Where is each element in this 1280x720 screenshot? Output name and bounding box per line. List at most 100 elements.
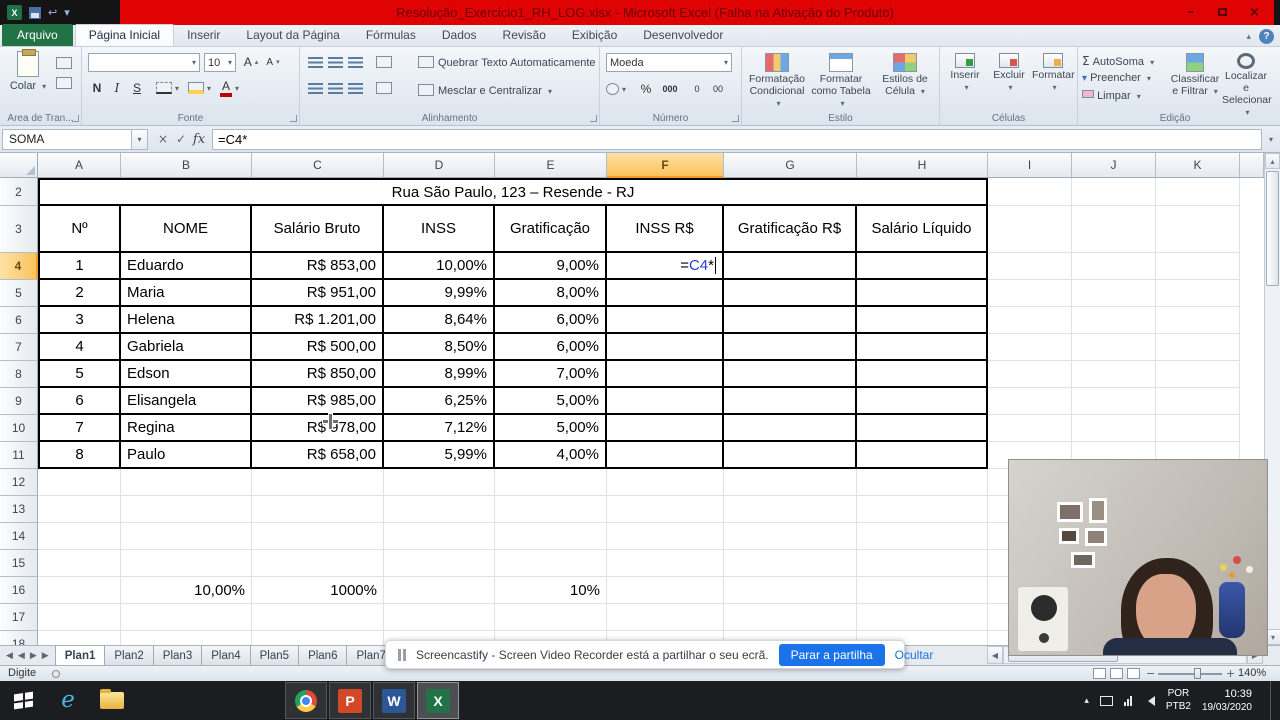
macro-record-icon[interactable]	[52, 670, 60, 678]
zoom-out-icon[interactable]: −	[1146, 667, 1155, 680]
row-header-16[interactable]: 16	[0, 577, 38, 604]
stop-sharing-button[interactable]: Parar a partilha	[778, 643, 885, 666]
column-header-E[interactable]: E	[495, 153, 607, 178]
row-header-4[interactable]: 4	[0, 253, 38, 280]
taskbar-word-button[interactable]: W	[373, 682, 415, 719]
cell-A6[interactable]: 3	[38, 307, 121, 334]
show-desktop-button[interactable]	[1270, 681, 1276, 720]
row-header-14[interactable]: 14	[0, 523, 38, 550]
cell-D8[interactable]: 8,99%	[384, 361, 495, 388]
name-box[interactable]: SOMA	[2, 128, 132, 150]
orientation-icon[interactable]	[376, 56, 392, 68]
cell-A5[interactable]: 2	[38, 280, 121, 307]
cell-E10[interactable]: 5,00%	[495, 415, 607, 442]
cell-A8[interactable]: 5	[38, 361, 121, 388]
volume-icon[interactable]	[1143, 695, 1155, 706]
monitor-tray-icon[interactable]	[1099, 695, 1113, 706]
row-header-6[interactable]: 6	[0, 307, 38, 334]
cell-G14[interactable]	[724, 523, 857, 550]
ribbon-tab-inserir[interactable]: Inserir	[174, 25, 233, 46]
cell-B15[interactable]	[121, 550, 252, 577]
cell-I6[interactable]	[988, 307, 1072, 334]
cell-B18[interactable]	[121, 631, 252, 645]
wrap-text-button[interactable]: Quebrar Texto Automaticamente	[418, 56, 596, 69]
cell-E15[interactable]	[495, 550, 607, 577]
cell-E11[interactable]: 4,00%	[495, 442, 607, 469]
select-all-corner[interactable]	[0, 153, 38, 178]
cell-C17[interactable]	[252, 604, 384, 631]
formula-input[interactable]: =C4*	[212, 128, 1262, 150]
merge-center-button[interactable]: Mesclar e Centralizar ▾	[418, 84, 552, 97]
column-header-F[interactable]: F	[607, 153, 724, 178]
cell-A10[interactable]: 7	[38, 415, 121, 442]
cell-K3[interactable]	[1156, 206, 1240, 253]
cell-A4[interactable]: 1	[38, 253, 121, 280]
cell-D15[interactable]	[384, 550, 495, 577]
row-header-7[interactable]: 7	[0, 334, 38, 361]
underline-button[interactable]: S	[128, 79, 146, 97]
cell-D13[interactable]	[384, 496, 495, 523]
cell-E14[interactable]	[495, 523, 607, 550]
cell-K10[interactable]	[1156, 415, 1240, 442]
cell-K8[interactable]	[1156, 361, 1240, 388]
cell-F17[interactable]	[607, 604, 724, 631]
cell-J9[interactable]	[1072, 388, 1156, 415]
cell-styles-button[interactable]: Estilos de Célula ▾	[874, 51, 936, 97]
start-button[interactable]	[0, 681, 46, 720]
cell-I9[interactable]	[988, 388, 1072, 415]
cell-E5[interactable]: 8,00%	[495, 280, 607, 307]
cell-F9[interactable]	[607, 388, 724, 415]
cell-C11[interactable]: R$ 658,00	[252, 442, 384, 469]
cell-H15[interactable]	[857, 550, 988, 577]
cell-J3[interactable]	[1072, 206, 1156, 253]
cell-I2[interactable]	[988, 178, 1072, 206]
cell-title-merged[interactable]: Rua São Paulo, 123 – Resende - RJ	[38, 178, 988, 206]
cell-C16[interactable]: 1000%	[252, 577, 384, 604]
cell-G5[interactable]	[724, 280, 857, 307]
cell-H4[interactable]	[857, 253, 988, 280]
cell-E3[interactable]: Gratificação	[495, 206, 607, 253]
name-box-dropdown-icon[interactable]: ▾	[132, 128, 148, 150]
sheet-tab-plan3[interactable]: Plan3	[152, 646, 203, 665]
maximize-button[interactable]	[1209, 3, 1236, 21]
ribbon-tab-arquivo[interactable]: Arquivo	[2, 24, 73, 46]
format-cells-button[interactable]: Formatar ▾	[1032, 51, 1075, 93]
normal-view-icon[interactable]	[1093, 668, 1106, 679]
ribbon-tab-layout-da-p-gina[interactable]: Layout da Página	[233, 25, 352, 46]
cell-A18[interactable]	[38, 631, 121, 645]
align-bottom-icon[interactable]	[348, 57, 363, 68]
hidden-icons-chevron[interactable]: ▴	[1084, 696, 1089, 706]
zoom-slider-thumb[interactable]	[1194, 668, 1201, 679]
network-icon[interactable]	[1123, 695, 1132, 706]
cell-F11[interactable]	[607, 442, 724, 469]
cell-B10[interactable]: Regina	[121, 415, 252, 442]
cell-D10[interactable]: 7,12%	[384, 415, 495, 442]
sheet-tab-plan4[interactable]: Plan4	[201, 646, 251, 665]
increase-decimal-button[interactable]: 0	[688, 80, 706, 98]
align-right-icon[interactable]	[348, 83, 363, 94]
accounting-format-icon[interactable]: ▾	[606, 80, 626, 98]
cell-K6[interactable]	[1156, 307, 1240, 334]
cell-F5[interactable]	[607, 280, 724, 307]
close-button[interactable]: ×	[1241, 3, 1268, 21]
undo-icon[interactable]: ↩	[48, 7, 57, 18]
ribbon-tab-exibi-o[interactable]: Exibição	[559, 25, 630, 46]
cell-B16[interactable]: 10,00%	[121, 577, 252, 604]
active-cell-F4[interactable]: = C4 *	[607, 253, 724, 280]
font-color-button[interactable]: A ▾	[220, 79, 239, 97]
cell-F16[interactable]	[607, 577, 724, 604]
cell-H3[interactable]: Salário Líquido	[857, 206, 988, 253]
cell-E9[interactable]: 5,00%	[495, 388, 607, 415]
cell-F6[interactable]	[607, 307, 724, 334]
font-name-select[interactable]: ▾	[88, 53, 200, 72]
cell-F15[interactable]	[607, 550, 724, 577]
align-center-icon[interactable]	[328, 83, 343, 94]
alignment-dialog-launcher[interactable]	[590, 115, 597, 122]
cell-H11[interactable]	[857, 442, 988, 469]
cell-B7[interactable]: Gabriela	[121, 334, 252, 361]
ribbon-tab-p-gina-inicial[interactable]: Página Inicial	[74, 24, 175, 46]
cell-I10[interactable]	[988, 415, 1072, 442]
cell-I4[interactable]	[988, 253, 1072, 280]
cell-G16[interactable]	[724, 577, 857, 604]
cell-G17[interactable]	[724, 604, 857, 631]
